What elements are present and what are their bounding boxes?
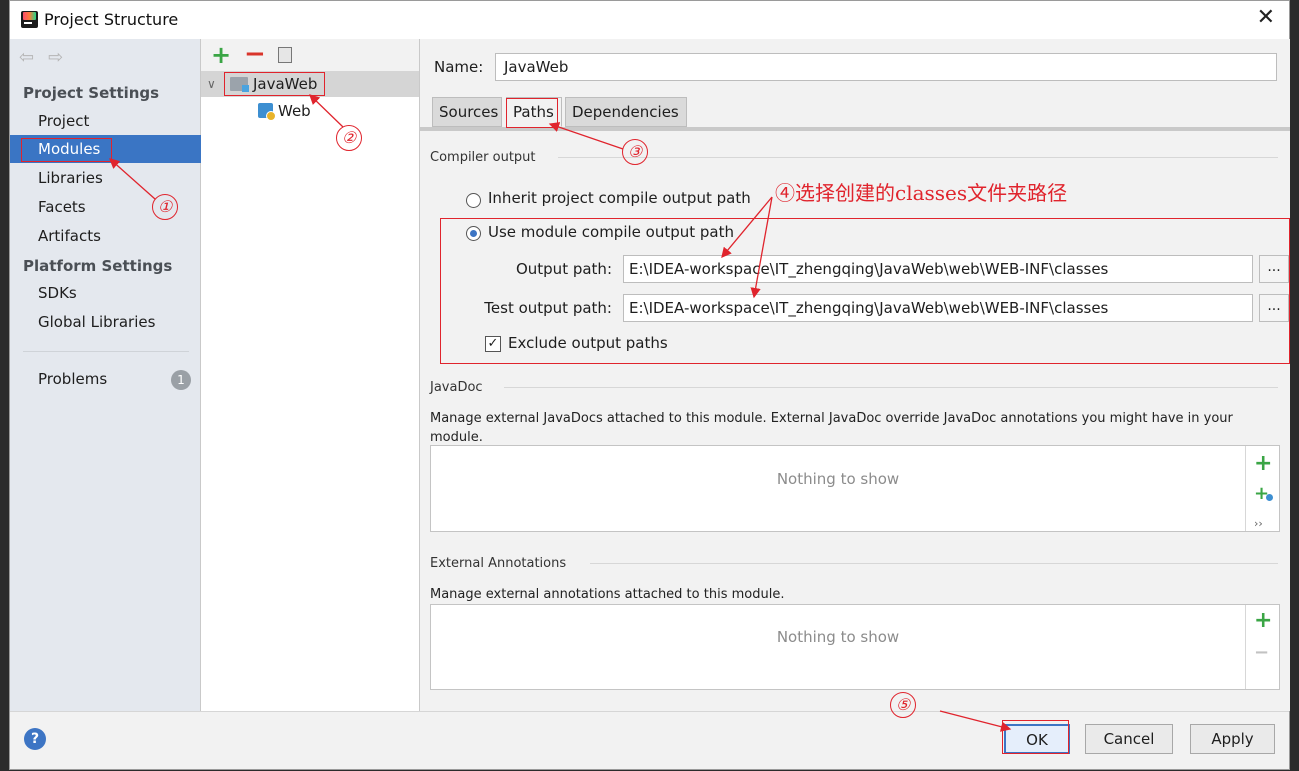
external-annotations-empty-text: Nothing to show xyxy=(776,628,900,646)
module-folder-icon xyxy=(230,77,249,92)
module-settings-pane: Name: JavaWeb Sources Paths Dependencies… xyxy=(420,39,1290,711)
tree-node-web[interactable]: Web xyxy=(201,98,419,124)
inherit-output-label: Inherit project compile output path xyxy=(488,189,751,207)
sidebar-item-libraries[interactable]: Libraries xyxy=(10,164,201,192)
module-tree-pane: + − ∨ JavaWeb Web xyxy=(201,39,420,711)
tab-sources[interactable]: Sources xyxy=(432,97,502,127)
add-javadoc-url-icon[interactable]: + xyxy=(1254,484,1274,504)
sidebar-item-artifacts[interactable]: Artifacts xyxy=(10,222,201,250)
sidebar-item-project[interactable]: Project xyxy=(10,107,201,135)
tabs-underline xyxy=(420,127,1290,131)
group-divider xyxy=(558,157,1278,158)
external-annotations-list[interactable]: Nothing to show + − xyxy=(430,604,1280,690)
annotation-step-3: ③ xyxy=(622,139,648,165)
add-javadoc-icon[interactable]: + xyxy=(1254,453,1272,475)
dialog-button-bar: ? OK Cancel Apply xyxy=(10,711,1289,769)
external-annotations-heading: External Annotations xyxy=(430,556,567,571)
compiler-output-heading: Compiler output xyxy=(430,150,536,165)
tab-paths[interactable]: Paths xyxy=(506,97,562,127)
test-output-path-browse-button[interactable]: ... xyxy=(1259,294,1289,322)
nav-arrows: ⇦⇨ xyxy=(19,47,77,68)
copy-icon[interactable] xyxy=(274,43,292,63)
javadoc-description: Manage external JavaDocs attached to thi… xyxy=(430,411,1233,445)
use-module-output-radio[interactable] xyxy=(466,226,481,241)
javadoc-list-toolbar: + + ›› xyxy=(1245,446,1279,531)
output-path-browse-button[interactable]: ... xyxy=(1259,255,1289,283)
platform-settings-heading: Platform Settings xyxy=(23,257,173,275)
problems-label: Problems xyxy=(38,370,108,388)
tree-node-label: JavaWeb xyxy=(253,75,318,93)
annotation-step-4-text: ④选择创建的classes文件夹路径 xyxy=(775,181,1068,205)
name-input[interactable]: JavaWeb xyxy=(495,53,1277,81)
group-divider xyxy=(504,387,1278,388)
annotation-step-2: ② xyxy=(336,125,362,151)
annotation-step-5: ⑤ xyxy=(890,692,916,718)
web-facet-icon xyxy=(258,103,276,121)
javadoc-heading: JavaDoc xyxy=(430,380,483,395)
title-bar: Project Structure ✕ xyxy=(10,1,1289,39)
cancel-button[interactable]: Cancel xyxy=(1085,724,1173,754)
use-module-output-label: Use module compile output path xyxy=(488,223,735,241)
sidebar-item-global-libraries[interactable]: Global Libraries xyxy=(10,308,201,336)
sidebar-item-modules[interactable]: Modules xyxy=(10,135,201,163)
tree-node-label: Web xyxy=(278,102,311,120)
annotation-step-1: ① xyxy=(152,194,178,220)
chevron-down-icon[interactable]: ∨ xyxy=(207,71,216,97)
minus-icon[interactable]: − xyxy=(244,39,266,69)
tree-node-javaweb[interactable]: ∨ JavaWeb xyxy=(201,71,419,97)
external-annotations-description: Manage external annotations attached to … xyxy=(430,587,785,602)
exclude-output-label: Exclude output paths xyxy=(508,334,668,352)
tab-dependencies[interactable]: Dependencies xyxy=(565,97,687,127)
arrow-left-icon[interactable]: ⇦ xyxy=(19,47,48,68)
output-path-field[interactable]: E:\IDEA-workspace\IT_zhengqing\JavaWeb\w… xyxy=(623,255,1253,283)
close-icon[interactable]: ✕ xyxy=(1257,5,1275,30)
plus-icon[interactable]: + xyxy=(211,41,231,69)
group-divider xyxy=(590,563,1278,564)
javadoc-list[interactable]: Nothing to show + + ›› xyxy=(430,445,1280,532)
javadoc-empty-text: Nothing to show xyxy=(776,470,900,488)
help-icon[interactable]: ? xyxy=(24,728,46,750)
output-path-label: Output path: xyxy=(515,260,612,278)
project-settings-heading: Project Settings xyxy=(23,84,160,102)
add-annotation-icon[interactable]: + xyxy=(1254,610,1272,632)
intellij-logo-icon xyxy=(21,11,38,28)
inherit-output-radio[interactable] xyxy=(466,193,481,208)
sidebar-item-sdks[interactable]: SDKs xyxy=(10,279,201,307)
more-icon[interactable]: ›› xyxy=(1254,514,1263,534)
apply-button[interactable]: Apply xyxy=(1190,724,1275,754)
tree-toolbar: + − xyxy=(201,39,419,71)
settings-sidebar: ⇦⇨ Project Settings Project Modules Libr… xyxy=(10,39,201,711)
test-output-path-field[interactable]: E:\IDEA-workspace\IT_zhengqing\JavaWeb\w… xyxy=(623,294,1253,322)
ok-button[interactable]: OK xyxy=(1004,724,1070,754)
test-output-path-label: Test output path: xyxy=(484,299,612,317)
remove-annotation-icon: − xyxy=(1254,642,1270,663)
sidebar-divider xyxy=(23,351,189,352)
arrow-right-icon[interactable]: ⇨ xyxy=(48,47,77,68)
problems-count-badge: 1 xyxy=(171,370,191,390)
project-structure-dialog: Project Structure ✕ ⇦⇨ Project Settings … xyxy=(9,0,1290,770)
sidebar-item-problems[interactable]: Problems 1 xyxy=(10,365,201,393)
exclude-output-checkbox[interactable]: ✓ xyxy=(485,336,501,352)
window-title: Project Structure xyxy=(44,10,179,29)
annotations-list-toolbar: + − xyxy=(1245,605,1279,689)
name-label: Name: xyxy=(434,58,484,76)
